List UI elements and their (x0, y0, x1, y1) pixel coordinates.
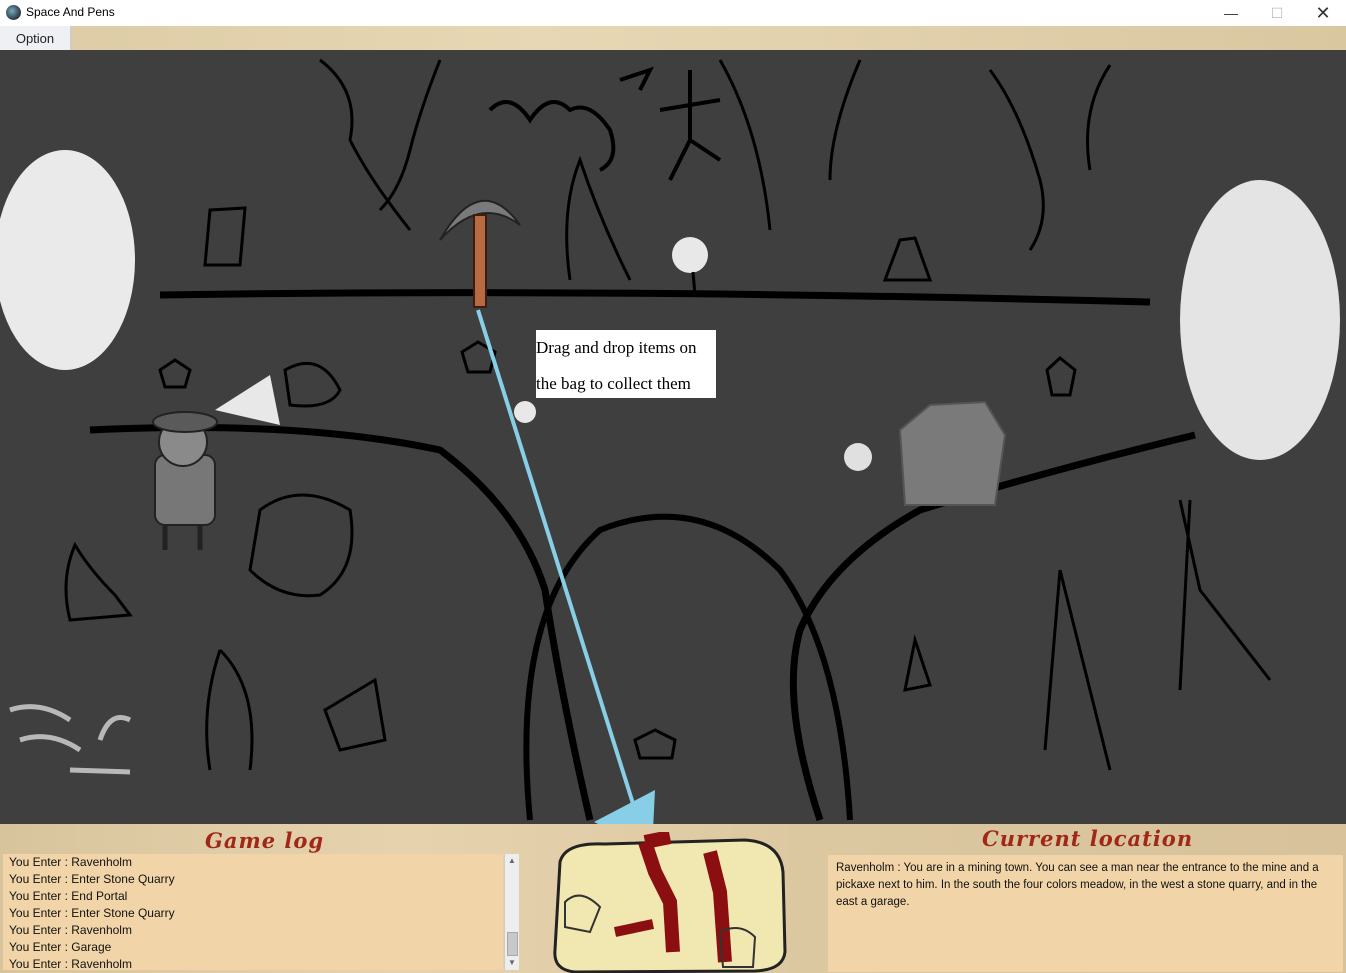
drag-arrowhead (594, 790, 655, 824)
log-entry: You Enter : Ravenholm (9, 957, 132, 970)
menu-bar: Option (0, 26, 1346, 50)
scroll-thumb[interactable] (507, 932, 518, 956)
log-entry: You Enter : Ravenholm (9, 923, 132, 937)
inventory-bag[interactable] (545, 832, 795, 973)
fox-sketch (248, 493, 354, 598)
cave-ledge-line (159, 289, 1151, 306)
log-entry: You Enter : End Portal (9, 889, 128, 903)
lamp-light-left (0, 150, 135, 370)
close-button[interactable]: ✕ (1300, 0, 1346, 26)
scroll-down-icon[interactable]: ▼ (505, 956, 519, 970)
stone-item[interactable] (672, 237, 708, 273)
game-scene: Drag and drop items on the bag to collec… (0, 50, 1346, 824)
bottom-panel: Game log You Enter : Ravenholm You Enter… (0, 824, 1346, 973)
log-scrollbar[interactable]: ▲ ▼ (504, 854, 519, 970)
log-entry: You Enter : Ravenholm (9, 855, 132, 869)
scribble-glyphs (488, 100, 616, 172)
current-location-title: Current location (982, 826, 1194, 851)
rock-scribble (9, 704, 132, 775)
tunnel-arch (523, 513, 853, 821)
lamp-light-right (1180, 180, 1340, 460)
app-icon (6, 5, 21, 20)
game-log-title: Game log (205, 828, 325, 853)
scroll-up-icon[interactable]: ▲ (505, 854, 519, 868)
stone-item[interactable] (514, 401, 536, 423)
stick-figure (619, 66, 722, 181)
stone-item[interactable] (844, 443, 872, 471)
game-log-list[interactable]: You Enter : Ravenholm You Enter : Enter … (3, 854, 503, 970)
title-bar: Space And Pens — ☐ ✕ (0, 0, 1346, 27)
current-location-box: Ravenholm : You are in a mining town. Yo… (828, 855, 1343, 972)
log-entry: You Enter : Garage (9, 940, 112, 954)
miner-character[interactable] (152, 375, 280, 550)
location-description: Ravenholm : You are in a mining town. Yo… (836, 862, 1319, 908)
log-entry: You Enter : Enter Stone Quarry (9, 872, 175, 886)
drag-hint-tooltip: Drag and drop items on the bag to collec… (536, 330, 716, 398)
boulder-item[interactable] (898, 400, 1007, 506)
log-entry: You Enter : Enter Stone Quarry (9, 906, 175, 920)
window-title: Space And Pens (26, 5, 115, 19)
scene-drawing (0, 58, 1340, 824)
maximize-button[interactable]: ☐ (1254, 0, 1300, 26)
tooltip-line-2: the bag to collect them (536, 374, 691, 393)
menu-option[interactable]: Option (0, 26, 71, 50)
minimize-button[interactable]: — (1208, 0, 1254, 26)
tooltip-line-1: Drag and drop items on (536, 338, 697, 357)
